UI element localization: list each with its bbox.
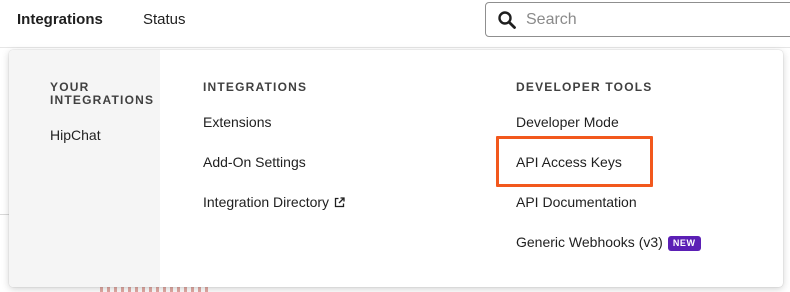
menu-item-label: Integration Directory <box>203 194 330 210</box>
menu-item-api-documentation[interactable]: API Documentation <box>516 194 637 210</box>
search-icon <box>498 11 516 29</box>
integrations-dropdown-menu: YOUR INTEGRATIONS HipChat INTEGRATIONS E… <box>9 50 783 287</box>
external-link-icon <box>334 197 345 208</box>
integrations-heading: INTEGRATIONS <box>203 80 308 94</box>
menu-item-developer-mode[interactable]: Developer Mode <box>516 114 619 130</box>
nav-status[interactable]: Status <box>143 11 186 28</box>
menu-item-extensions[interactable]: Extensions <box>203 114 271 130</box>
page: Integrations Status YOUR INTEGRATIONS Hi… <box>0 0 790 292</box>
new-badge: NEW <box>667 236 701 251</box>
search-input[interactable] <box>526 3 786 36</box>
menu-item-label: Generic Webhooks (v3) <box>516 234 663 250</box>
developer-tools-heading: DEVELOPER TOOLS <box>516 80 653 94</box>
search-box[interactable] <box>485 2 790 37</box>
nav-integrations[interactable]: Integrations <box>17 11 103 28</box>
menu-item-add-on-settings[interactable]: Add-On Settings <box>203 154 306 170</box>
menu-item-api-access-keys[interactable]: API Access Keys <box>516 154 622 170</box>
menu-item-hipchat[interactable]: HipChat <box>50 127 101 143</box>
top-navigation-bar: Integrations Status <box>0 0 790 48</box>
your-integrations-heading: YOUR INTEGRATIONS <box>50 80 155 107</box>
menu-item-integration-directory[interactable]: Integration Directory <box>203 194 345 210</box>
background-divider <box>0 214 9 215</box>
menu-item-generic-webhooks[interactable]: Generic Webhooks (v3) NEW <box>516 234 701 251</box>
